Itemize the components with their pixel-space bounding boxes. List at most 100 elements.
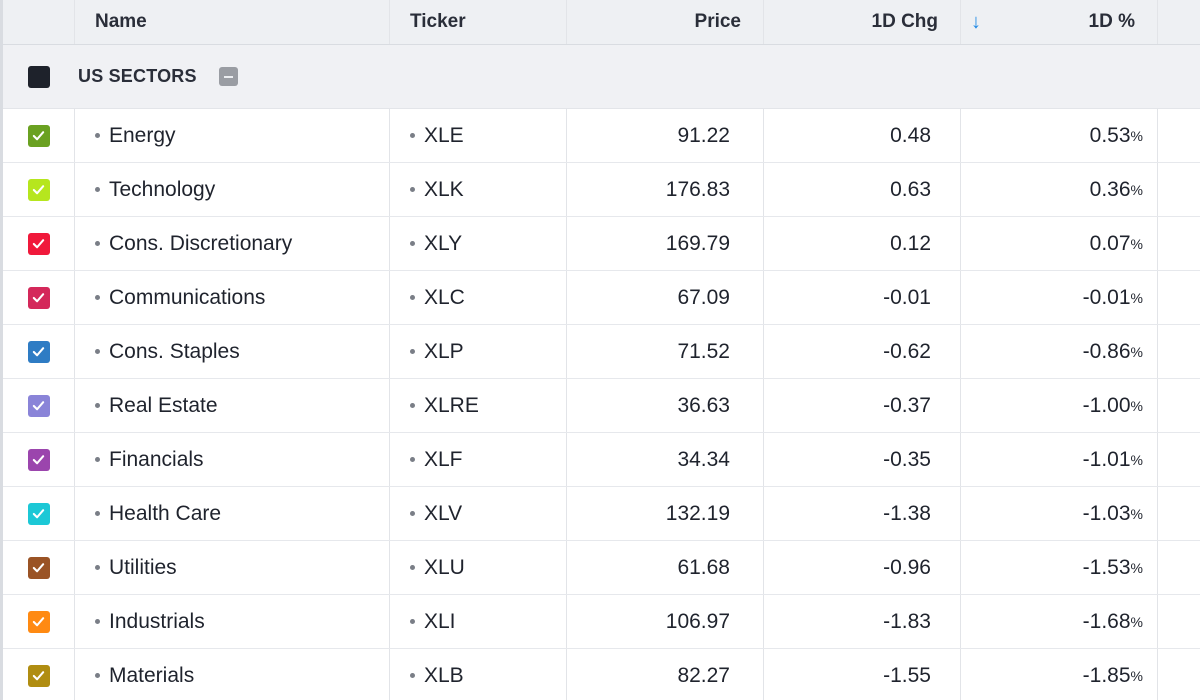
change-percent-value: 0.36 bbox=[1089, 177, 1131, 201]
row-ticker-cell: XLI bbox=[390, 595, 567, 648]
ticker-symbol[interactable]: XLV bbox=[424, 502, 462, 526]
row-ticker-cell: XLF bbox=[390, 433, 567, 486]
collapse-icon[interactable] bbox=[218, 67, 238, 86]
column-header-name[interactable]: Name bbox=[75, 0, 390, 44]
sector-name[interactable]: Financials bbox=[109, 448, 204, 472]
change-value: -0.96 bbox=[764, 541, 961, 594]
change-percent-cell: -1.01% bbox=[961, 433, 1158, 486]
ticker-symbol[interactable]: XLC bbox=[424, 286, 465, 310]
table-row[interactable]: Utilities XLU 61.68 -0.96 -1.53% bbox=[3, 541, 1200, 595]
row-checkbox[interactable] bbox=[27, 178, 50, 201]
row-checkbox[interactable] bbox=[27, 448, 50, 471]
row-checkbox[interactable] bbox=[27, 340, 50, 363]
bullet-icon bbox=[410, 349, 415, 354]
percent-sign: % bbox=[1130, 181, 1143, 198]
price-value: 34.34 bbox=[567, 433, 764, 486]
sector-name[interactable]: Cons. Staples bbox=[109, 340, 240, 364]
bullet-icon bbox=[95, 349, 100, 354]
ticker-symbol[interactable]: XLK bbox=[424, 178, 464, 202]
change-percent-cell: -1.53% bbox=[961, 541, 1158, 594]
sector-name[interactable]: Materials bbox=[109, 664, 194, 688]
ticker-symbol[interactable]: XLY bbox=[424, 232, 462, 256]
change-percent-cell: 0.36% bbox=[961, 163, 1158, 216]
percent-sign: % bbox=[1130, 343, 1143, 360]
table-row[interactable]: Cons. Discretionary XLY 169.79 0.12 0.07… bbox=[3, 217, 1200, 271]
sector-table: Name Ticker Price 1D Chg ↓ 1D % US SECTO… bbox=[0, 0, 1200, 700]
row-name-cell: Cons. Discretionary bbox=[75, 217, 390, 270]
table-row[interactable]: Energy XLE 91.22 0.48 0.53% bbox=[3, 109, 1200, 163]
column-header-price[interactable]: Price bbox=[567, 0, 764, 44]
ticker-symbol[interactable]: XLB bbox=[424, 664, 464, 688]
row-checkbox[interactable] bbox=[27, 610, 50, 633]
change-value: -0.35 bbox=[764, 433, 961, 486]
table-row[interactable]: Cons. Staples XLP 71.52 -0.62 -0.86% bbox=[3, 325, 1200, 379]
column-header-1d-chg[interactable]: 1D Chg bbox=[764, 0, 961, 44]
sector-name[interactable]: Real Estate bbox=[109, 394, 218, 418]
bullet-icon bbox=[95, 403, 100, 408]
row-checkbox[interactable] bbox=[27, 286, 50, 309]
row-extra-cell bbox=[1158, 487, 1200, 540]
table-row[interactable]: Health Care XLV 132.19 -1.38 -1.03% bbox=[3, 487, 1200, 541]
row-extra-cell bbox=[1158, 433, 1200, 486]
section-row-us-sectors[interactable]: US SECTORS bbox=[3, 45, 1200, 109]
section-color-swatch[interactable] bbox=[28, 65, 50, 88]
ticker-symbol[interactable]: XLP bbox=[424, 340, 464, 364]
row-checkbox[interactable] bbox=[27, 502, 50, 525]
row-ticker-cell: XLK bbox=[390, 163, 567, 216]
table-row[interactable]: Communications XLC 67.09 -0.01 -0.01% bbox=[3, 271, 1200, 325]
change-percent-cell: -1.68% bbox=[961, 595, 1158, 648]
row-check-cell bbox=[3, 649, 75, 700]
price-value: 106.97 bbox=[567, 595, 764, 648]
row-checkbox[interactable] bbox=[27, 664, 50, 687]
row-extra-cell bbox=[1158, 217, 1200, 270]
table-row[interactable]: Real Estate XLRE 36.63 -0.37 -1.00% bbox=[3, 379, 1200, 433]
column-header-1d-pct-label: 1D % bbox=[1088, 11, 1135, 32]
ticker-symbol[interactable]: XLU bbox=[424, 556, 465, 580]
change-percent-value: -1.53 bbox=[1082, 555, 1131, 579]
sector-name[interactable]: Energy bbox=[109, 124, 176, 148]
ticker-symbol[interactable]: XLF bbox=[424, 448, 463, 472]
ticker-symbol[interactable]: XLRE bbox=[424, 394, 479, 418]
table-row[interactable]: Financials XLF 34.34 -0.35 -1.01% bbox=[3, 433, 1200, 487]
bullet-icon bbox=[410, 511, 415, 516]
sector-name[interactable]: Communications bbox=[109, 286, 265, 310]
ticker-symbol[interactable]: XLI bbox=[424, 610, 456, 634]
bullet-icon bbox=[410, 241, 415, 246]
row-checkbox[interactable] bbox=[27, 556, 50, 579]
row-ticker-cell: XLP bbox=[390, 325, 567, 378]
row-name-cell: Real Estate bbox=[75, 379, 390, 432]
change-percent-value: 0.53 bbox=[1089, 123, 1131, 147]
row-extra-cell bbox=[1158, 325, 1200, 378]
price-value: 169.79 bbox=[567, 217, 764, 270]
percent-sign: % bbox=[1130, 235, 1143, 252]
row-checkbox[interactable] bbox=[27, 394, 50, 417]
bullet-icon bbox=[410, 295, 415, 300]
checkmark-icon bbox=[32, 671, 45, 681]
sector-name[interactable]: Technology bbox=[109, 178, 215, 202]
bullet-icon bbox=[410, 673, 415, 678]
sector-name[interactable]: Utilities bbox=[109, 556, 177, 580]
row-ticker-cell: XLU bbox=[390, 541, 567, 594]
bullet-icon bbox=[95, 295, 100, 300]
table-row[interactable]: Technology XLK 176.83 0.63 0.36% bbox=[3, 163, 1200, 217]
row-ticker-cell: XLC bbox=[390, 271, 567, 324]
row-check-cell bbox=[3, 487, 75, 540]
row-name-cell: Communications bbox=[75, 271, 390, 324]
row-ticker-cell: XLY bbox=[390, 217, 567, 270]
change-percent-cell: -1.00% bbox=[961, 379, 1158, 432]
row-check-cell bbox=[3, 217, 75, 270]
sector-name[interactable]: Industrials bbox=[109, 610, 205, 634]
row-checkbox[interactable] bbox=[27, 232, 50, 255]
sector-name[interactable]: Health Care bbox=[109, 502, 221, 526]
column-header-ticker[interactable]: Ticker bbox=[390, 0, 567, 44]
row-check-cell bbox=[3, 379, 75, 432]
table-row[interactable]: Materials XLB 82.27 -1.55 -1.85% bbox=[3, 649, 1200, 700]
checkmark-icon bbox=[32, 455, 45, 465]
table-row[interactable]: Industrials XLI 106.97 -1.83 -1.68% bbox=[3, 595, 1200, 649]
row-checkbox[interactable] bbox=[27, 124, 50, 147]
ticker-symbol[interactable]: XLE bbox=[424, 124, 464, 148]
change-value: -0.37 bbox=[764, 379, 961, 432]
price-value: 82.27 bbox=[567, 649, 764, 700]
column-header-1d-pct[interactable]: ↓ 1D % bbox=[961, 0, 1158, 44]
sector-name[interactable]: Cons. Discretionary bbox=[109, 232, 292, 256]
